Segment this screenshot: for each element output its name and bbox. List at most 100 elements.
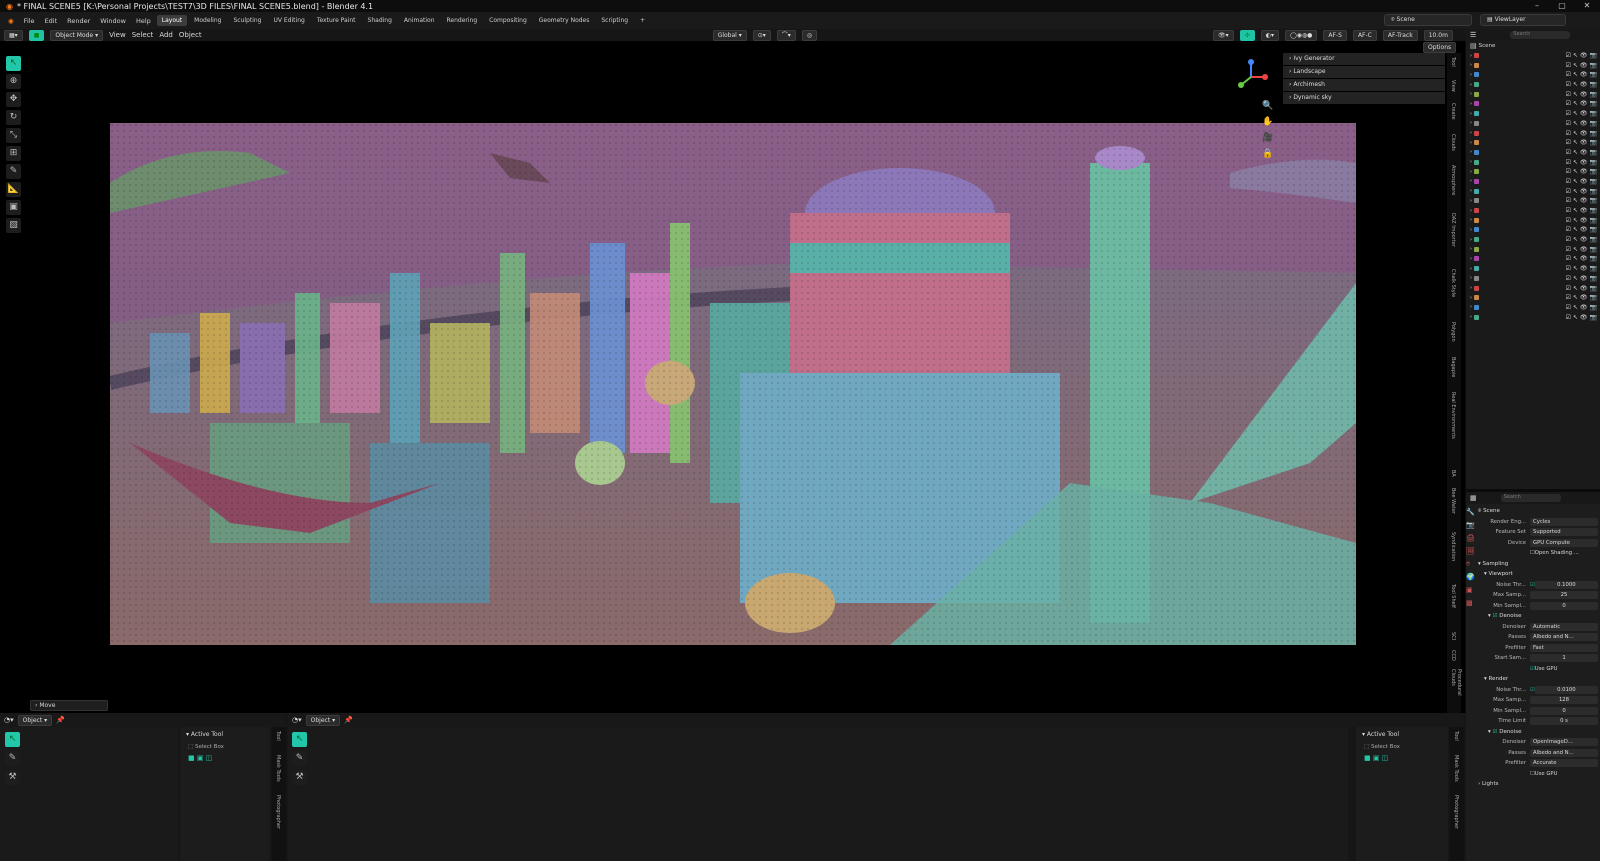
expand-icon[interactable]: ›	[1470, 217, 1472, 223]
eye-icon[interactable]: 👁	[1580, 81, 1588, 88]
expand-icon[interactable]: ›	[1470, 227, 1472, 233]
render-icon[interactable]: 📷	[1590, 130, 1597, 137]
eye-icon[interactable]: 👁	[1580, 139, 1588, 146]
checkbox-icon[interactable]: ☑	[1565, 207, 1570, 214]
image-tool-icon[interactable]: ▧	[6, 218, 21, 233]
eye-icon[interactable]: 👁	[1580, 71, 1588, 78]
r-denoiser-dropdown[interactable]: OpenImageD...	[1530, 738, 1598, 747]
annotate-tool-icon[interactable]: ✎	[6, 164, 21, 179]
navigation-gizmo[interactable]	[1232, 58, 1270, 96]
proportional-icon[interactable]: ◎	[801, 29, 818, 41]
focal-value[interactable]: 10.0m	[1423, 29, 1453, 41]
workspace-tab-modeling[interactable]: Modeling	[189, 15, 226, 26]
vp-usegpu-row[interactable]: ☑ Use GPU	[1478, 664, 1600, 675]
npanel-landscape[interactable]: › Landscape	[1283, 66, 1445, 78]
checkbox-icon[interactable]: ☑	[1565, 255, 1570, 262]
select-icon[interactable]: ↖	[1573, 265, 1578, 272]
add-menu[interactable]: Add	[159, 31, 173, 39]
checkbox-icon[interactable]: ☑	[1565, 110, 1570, 117]
r-denoise-row[interactable]: ▾ ☑ Denoise	[1478, 727, 1600, 738]
select-icon[interactable]: ↖	[1573, 178, 1578, 185]
render-icon[interactable]: 📷	[1590, 304, 1597, 311]
render-icon[interactable]: 📷	[1590, 52, 1597, 59]
render-icon[interactable]: 📷	[1590, 159, 1597, 166]
workspace-tab-texture-paint[interactable]: Texture Paint	[312, 15, 361, 26]
feature-set-dropdown[interactable]: Supported	[1530, 528, 1598, 537]
sidebar-tab-real-environments[interactable]: Real Environments	[1450, 392, 1456, 439]
properties-editor-icon[interactable]: ▦	[1470, 494, 1477, 502]
tool-tab-icon[interactable]: 🔧	[1466, 506, 1476, 519]
expand-icon[interactable]: ›	[1470, 140, 1472, 146]
r-prefilter-dropdown[interactable]: Accurate	[1530, 759, 1598, 768]
workspace-tab-uv-editing[interactable]: UV Editing	[269, 15, 310, 26]
add-cube-tool-icon[interactable]: ▣	[6, 200, 21, 215]
mid-rig-tool-icon[interactable]: ⚒	[292, 770, 307, 785]
select-box-row-right[interactable]: ⬚ Select Box	[1356, 742, 1448, 752]
checkbox-icon[interactable]: ☑	[1565, 285, 1570, 292]
checkbox-icon[interactable]: ☑	[1565, 91, 1570, 98]
render-icon[interactable]: 📷	[1590, 207, 1597, 214]
npanel-archimesh[interactable]: › Archimesh	[1283, 79, 1445, 91]
editor-type-icon-2[interactable]: ◔▾	[292, 716, 302, 724]
outliner-row[interactable]: › ☑ ↖ 👁 📷	[1466, 99, 1600, 109]
outliner-root[interactable]: ▤ Scene	[1466, 41, 1600, 51]
outliner-row[interactable]: › ☑ ↖ 👁 📷	[1466, 196, 1600, 206]
eye-icon[interactable]: 👁	[1580, 130, 1588, 137]
camera-icon[interactable]: 🎥	[1262, 130, 1273, 146]
expand-icon[interactable]: ›	[1470, 188, 1472, 194]
workspace-tab-compositing[interactable]: Compositing	[484, 15, 532, 26]
checkbox-icon[interactable]: ☑	[1565, 275, 1570, 282]
select-icon[interactable]: ↖	[1573, 188, 1578, 195]
af-track-button[interactable]: AF-Track	[1382, 29, 1418, 41]
mid-select-tool-icon[interactable]: ↖	[292, 732, 307, 747]
workspace-tab-scripting[interactable]: Scripting	[596, 15, 633, 26]
select-box-row[interactable]: ⬚ Select Box	[180, 742, 270, 752]
expand-icon[interactable]: ›	[1470, 91, 1472, 97]
checkbox-icon[interactable]: ☑	[1565, 130, 1570, 137]
vp-denoise-checkbox[interactable]: ☑	[1493, 613, 1498, 619]
outliner-row[interactable]: › ☑ ↖ 👁 📷	[1466, 119, 1600, 129]
expand-icon[interactable]: ›	[1470, 53, 1472, 59]
select-icon[interactable]: ↖	[1573, 285, 1578, 292]
select-icon[interactable]: ↖	[1573, 139, 1578, 146]
select-box-modes[interactable]: ■ ▣ ◫	[180, 752, 270, 764]
sidebar-tab-procedural-clouds[interactable]: Procedural Clouds	[1450, 669, 1462, 713]
eye-icon[interactable]: 👁	[1580, 314, 1588, 321]
eye-icon[interactable]: 👁	[1580, 178, 1588, 185]
zoom-icon[interactable]: 🔍	[1262, 98, 1273, 114]
editor-type-button[interactable]: ▦▾	[4, 29, 23, 41]
checkbox-icon[interactable]: ☑	[1565, 168, 1570, 175]
checkbox-icon[interactable]: ☑	[1565, 120, 1570, 127]
vp-denoise-row[interactable]: ▾ ☑ Denoise	[1478, 611, 1600, 622]
render-icon[interactable]: 📷	[1590, 197, 1597, 204]
select-icon[interactable]: ↖	[1573, 226, 1578, 233]
expand-icon[interactable]: ›	[1470, 82, 1472, 88]
close-button[interactable]: ✕	[1575, 0, 1599, 12]
outliner-row[interactable]: › ☑ ↖ 👁 📷	[1466, 225, 1600, 235]
output-tab-icon[interactable]: 🖨	[1466, 532, 1476, 545]
pin-icon-2[interactable]: 📌	[344, 716, 353, 724]
sampling-section[interactable]: ▾ Sampling	[1478, 559, 1600, 570]
rotate-tool-icon[interactable]: ↻	[6, 110, 21, 125]
minimize-button[interactable]: –	[1525, 0, 1549, 12]
checkbox-icon[interactable]: ☑	[1565, 236, 1570, 243]
menu-window[interactable]: Window	[96, 17, 130, 25]
open-shading-row[interactable]: ☐ Open Shading ...	[1478, 548, 1600, 559]
checkbox-icon[interactable]: ☑	[1565, 314, 1570, 321]
vp-noise-field[interactable]: 0.1000	[1534, 580, 1598, 589]
outliner-row[interactable]: › ☑ ↖ 👁 📷	[1466, 51, 1600, 61]
properties-editor[interactable]: ▦ Search 🔧 📷 🖨 🖼 ⌾ 🌍 ▣ ▩ ⌾ Scene Render Eng... C…	[1466, 492, 1600, 861]
sidebar-tab-ccd[interactable]: CCD	[1450, 650, 1456, 661]
select-icon[interactable]: ↖	[1573, 168, 1578, 175]
transform-tool-icon[interactable]: ⊞	[6, 146, 21, 161]
outliner-row[interactable]: › ☑ ↖ 👁 📷	[1466, 148, 1600, 158]
object-menu[interactable]: Object	[179, 31, 202, 39]
pan-hand-icon[interactable]: ✋	[1262, 114, 1273, 130]
select-icon[interactable]: ↖	[1573, 81, 1578, 88]
sidebar-tab-tool-shelf[interactable]: Tool Shelf	[1450, 584, 1456, 608]
r-max-field[interactable]: 128	[1530, 696, 1598, 705]
render-subsection[interactable]: ▾ Render	[1478, 674, 1600, 685]
expand-icon[interactable]: ›	[1470, 275, 1472, 281]
world-tab-icon[interactable]: 🌍	[1466, 571, 1476, 584]
eye-icon[interactable]: 👁	[1580, 275, 1588, 282]
